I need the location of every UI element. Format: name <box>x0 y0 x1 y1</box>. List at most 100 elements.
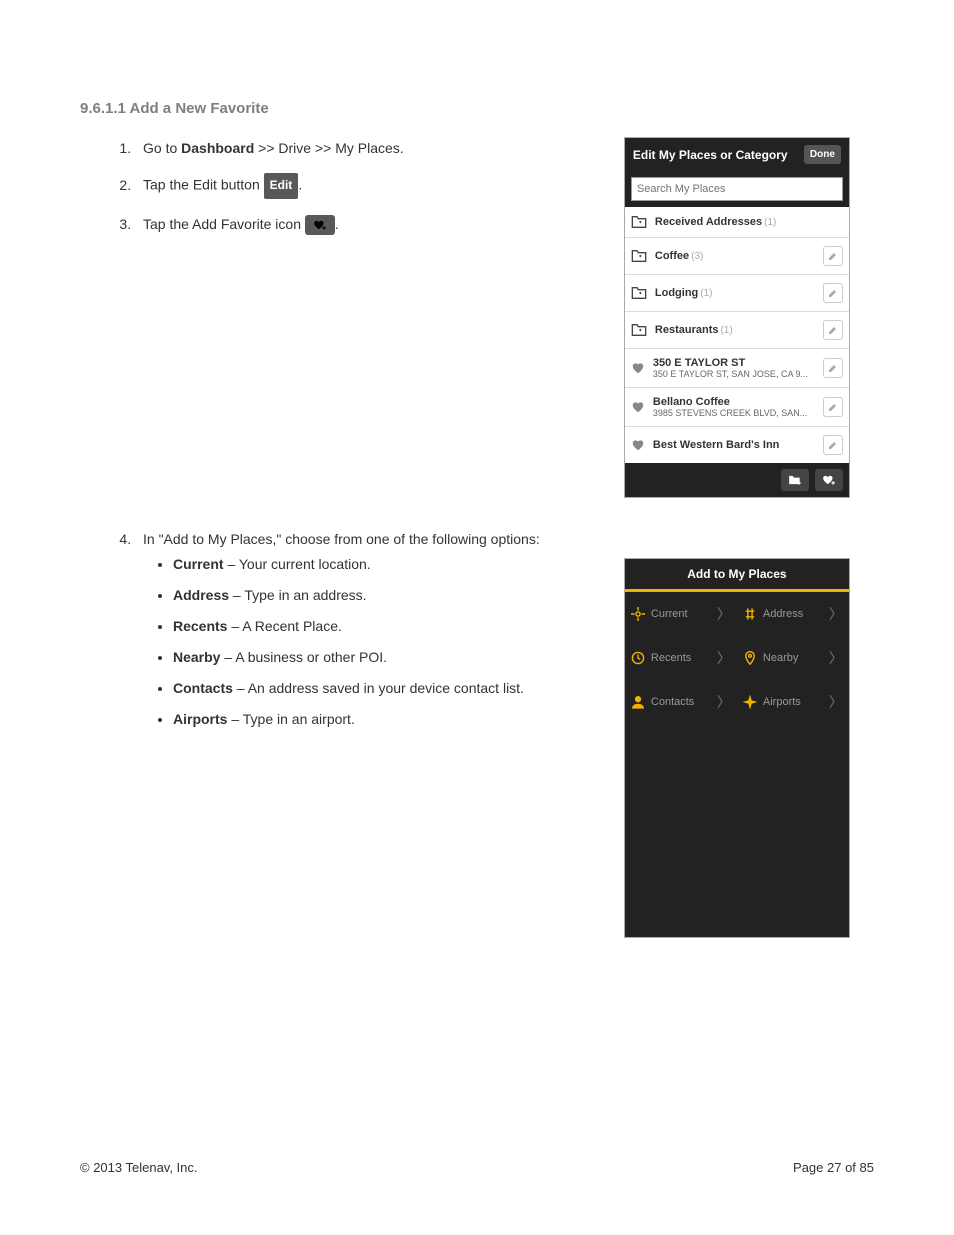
folder-plus-icon <box>788 474 802 486</box>
instructions-column: Go to Dashboard >> Drive >> My Places. T… <box>80 137 600 249</box>
edit-category-button[interactable] <box>823 246 843 266</box>
phone2-title: Add to My Places <box>625 559 849 589</box>
step-1-pre: Go to <box>143 140 181 156</box>
option-label: Contacts <box>651 696 694 708</box>
step-2: Tap the Edit button Edit. <box>135 173 600 198</box>
option-current[interactable]: Current 〉 <box>625 592 737 636</box>
option-desc: – A Recent Place. <box>227 618 341 634</box>
edit-button-chip: Edit <box>264 173 299 198</box>
place-name: Best Western Bard's Inn <box>653 439 823 451</box>
place-row[interactable]: Bellano Coffee 3985 STEVENS CREEK BLVD, … <box>625 388 849 427</box>
category-row[interactable]: Coffee (3) <box>625 238 849 275</box>
option-contacts[interactable]: Contacts 〉 <box>625 680 737 724</box>
option-item: Recents – A Recent Place. <box>173 616 600 637</box>
category-count: (3) <box>691 251 703 262</box>
place-address: 3985 STEVENS CREEK BLVD, SAN... <box>653 408 823 418</box>
page-footer: © 2013 Telenav, Inc. Page 27 of 85 <box>80 1160 874 1175</box>
screenshot-column-2: Add to My Places Current 〉 Address 〉 Rec… <box>624 528 850 938</box>
option-item: Current – Your current location. <box>173 554 600 575</box>
category-row[interactable]: Received Addresses (1) <box>625 207 849 238</box>
chevron-right-icon: 〉 <box>717 604 731 624</box>
option-name: Nearby <box>173 649 220 665</box>
steps-list-2: In "Add to My Places," choose from one o… <box>80 528 600 730</box>
edit-place-button[interactable] <box>823 435 843 455</box>
chevron-right-icon: 〉 <box>717 692 731 712</box>
option-airports[interactable]: Airports 〉 <box>737 680 849 724</box>
phone1-header: Edit My Places or Category Done <box>625 138 849 171</box>
category-row[interactable]: Lodging (1) <box>625 275 849 312</box>
option-label: Airports <box>763 696 801 708</box>
option-desc: – Type in an address. <box>229 587 367 603</box>
step-1: Go to Dashboard >> Drive >> My Places. <box>135 137 600 159</box>
phone1-footer <box>625 463 849 497</box>
category-label: Coffee <box>655 250 689 262</box>
place-name: 350 E TAYLOR ST <box>653 357 823 369</box>
step-4: In "Add to My Places," choose from one o… <box>135 528 600 730</box>
folder-icon <box>631 323 647 337</box>
option-name: Current <box>173 556 224 572</box>
done-button[interactable]: Done <box>804 145 841 164</box>
add-folder-button[interactable] <box>781 469 809 491</box>
heart-plus-icon <box>313 219 327 231</box>
step-3-pre: Tap the Add Favorite icon <box>143 216 305 232</box>
pencil-icon <box>828 363 838 373</box>
place-row[interactable]: 350 E TAYLOR ST 350 E TAYLOR ST, SAN JOS… <box>625 349 849 388</box>
step4-column: In "Add to My Places," choose from one o… <box>80 528 600 744</box>
pencil-icon <box>828 288 838 298</box>
option-label: Current <box>651 608 688 620</box>
chevron-right-icon: 〉 <box>829 604 843 624</box>
option-name: Recents <box>173 618 227 634</box>
option-label: Nearby <box>763 652 798 664</box>
edit-category-button[interactable] <box>823 320 843 340</box>
edit-place-button[interactable] <box>823 358 843 378</box>
add-favorite-button[interactable] <box>815 469 843 491</box>
pencil-icon <box>828 251 838 261</box>
step-3: Tap the Add Favorite icon . <box>135 213 600 235</box>
place-text: 350 E TAYLOR ST 350 E TAYLOR ST, SAN JOS… <box>653 357 823 379</box>
folder-icon <box>631 215 647 229</box>
category-count: (1) <box>764 217 776 228</box>
screenshot-column: Edit My Places or Category Done Received… <box>624 137 850 498</box>
heart-icon <box>631 401 645 413</box>
option-desc: – An address saved in your device contac… <box>233 680 524 696</box>
step-1-post: >> Drive >> My Places. <box>254 140 403 156</box>
options-grid: Current 〉 Address 〉 Recents 〉 Nearby 〉 C… <box>625 592 849 724</box>
section-heading: 9.6.1.1 Add a New Favorite <box>80 100 874 117</box>
place-text: Best Western Bard's Inn <box>653 439 823 451</box>
step-3-post: . <box>335 216 339 232</box>
chevron-right-icon: 〉 <box>717 648 731 668</box>
option-desc: – Your current location. <box>224 556 371 572</box>
option-name: Airports <box>173 711 227 727</box>
nearby-icon <box>743 651 757 665</box>
copyright: © 2013 Telenav, Inc. <box>80 1160 198 1175</box>
chevron-right-icon: 〉 <box>829 692 843 712</box>
step-4-text: In "Add to My Places," choose from one o… <box>143 531 540 547</box>
option-nearby[interactable]: Nearby 〉 <box>737 636 849 680</box>
category-label: Restaurants <box>655 324 719 336</box>
edit-category-button[interactable] <box>823 283 843 303</box>
option-address[interactable]: Address 〉 <box>737 592 849 636</box>
chevron-right-icon: 〉 <box>829 648 843 668</box>
page-number: Page 27 of 85 <box>793 1160 874 1175</box>
option-label: Recents <box>651 652 691 664</box>
place-row[interactable]: Best Western Bard's Inn <box>625 427 849 463</box>
contacts-icon <box>631 695 645 709</box>
category-label: Lodging <box>655 287 698 299</box>
step-2-pre: Tap the Edit button <box>143 177 264 193</box>
option-name: Address <box>173 587 229 603</box>
place-address: 350 E TAYLOR ST, SAN JOSE, CA 9... <box>653 369 823 379</box>
option-name: Contacts <box>173 680 233 696</box>
heart-icon <box>631 439 645 451</box>
category-count: (1) <box>720 325 732 336</box>
category-row[interactable]: Restaurants (1) <box>625 312 849 349</box>
folder-icon <box>631 249 647 263</box>
option-recents[interactable]: Recents 〉 <box>625 636 737 680</box>
airports-icon <box>743 695 757 709</box>
edit-place-button[interactable] <box>823 397 843 417</box>
search-input[interactable] <box>631 177 843 201</box>
heart-plus-icon <box>822 474 836 486</box>
pencil-icon <box>828 402 838 412</box>
steps-list: Go to Dashboard >> Drive >> My Places. T… <box>80 137 600 235</box>
place-name: Bellano Coffee <box>653 396 823 408</box>
folder-icon <box>631 286 647 300</box>
